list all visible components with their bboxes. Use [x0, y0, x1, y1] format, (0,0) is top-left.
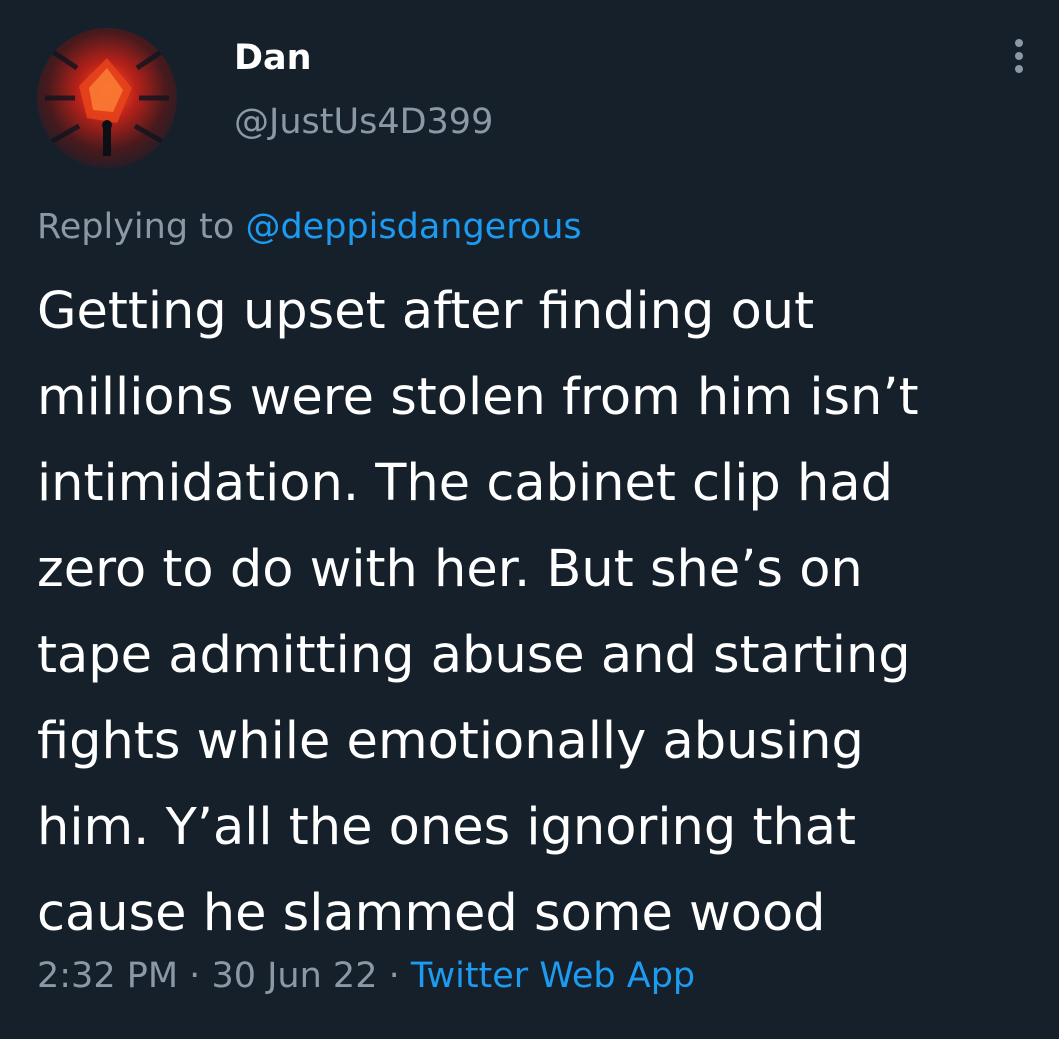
- tweet-text-line: intimidation. The cabinet clip had: [37, 454, 893, 513]
- tweet-text-line: tape admitting abuse and starting: [37, 626, 911, 685]
- tweet-text: Getting upset after finding out millions…: [37, 269, 1047, 957]
- tweet-time[interactable]: 2:32 PM: [37, 956, 178, 996]
- tweet-text-line: fights while emotionally abusing: [37, 712, 864, 771]
- display-name[interactable]: Dan: [234, 36, 312, 80]
- avatar[interactable]: [37, 28, 177, 168]
- tweet-date[interactable]: 30 Jun 22: [211, 956, 377, 996]
- tweet-text-line: cause he slammed some wood: [37, 884, 826, 943]
- more-vertical-icon[interactable]: [1004, 36, 1034, 76]
- tweet-text-line: millions were stolen from him isn’t: [37, 368, 919, 427]
- replying-to: Replying to @deppisdangerous: [37, 204, 582, 250]
- tweet-text-line: him. Y’all the ones ignoring that: [37, 798, 857, 857]
- user-handle[interactable]: @JustUs4D399: [234, 100, 493, 144]
- tweet-text-line: Getting upset after finding out: [37, 282, 815, 341]
- avatar-image: [37, 28, 177, 168]
- reply-mention-link[interactable]: @deppisdangerous: [245, 207, 581, 247]
- meta-separator: ·: [189, 956, 201, 996]
- replying-prefix: Replying to: [37, 207, 235, 247]
- tweet-source-link[interactable]: Twitter Web App: [411, 956, 695, 996]
- meta-separator: ·: [388, 956, 400, 996]
- tweet-meta: 2:32 PM · 30 Jun 22 · Twitter Web App: [37, 953, 695, 999]
- tweet-text-line: zero to do with her. But she’s on: [37, 540, 863, 599]
